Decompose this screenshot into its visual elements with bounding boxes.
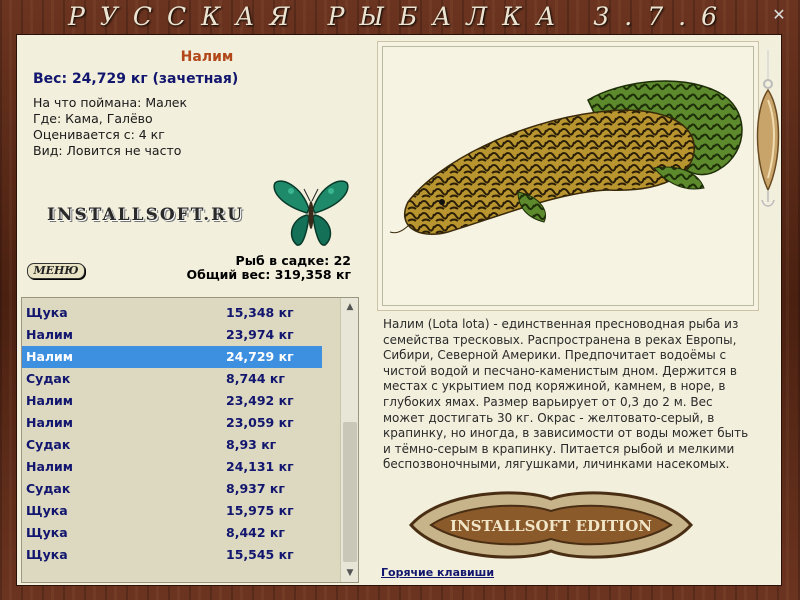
list-item[interactable]: Налим 23,059 кг	[22, 412, 322, 434]
list-item-fish-weight: 15,975 кг	[226, 503, 294, 518]
installsoft-logo: INSTALLSOFT.RU	[47, 205, 245, 225]
list-item-fish-name: Налим	[26, 393, 74, 408]
scroll-up-icon[interactable]: ▲	[341, 298, 358, 316]
list-item-fish-weight: 8,744 кг	[226, 371, 285, 386]
list-item-fish-weight: 23,974 кг	[226, 327, 294, 342]
title-bar: РУССКАЯ РЫБАЛКА 3.7.6 ✕	[0, 0, 800, 34]
fish-description: Налим (Lota lota) - единственная преснов…	[383, 317, 749, 472]
list-item[interactable]: Налим 23,492 кг	[22, 390, 322, 412]
list-item-fish-weight: 15,545 кг	[226, 547, 294, 562]
list-scrollbar[interactable]: ▲ ▼	[340, 298, 358, 582]
edition-logo-text: INSTALLSOFT EDITION	[450, 517, 652, 535]
list-item[interactable]: Щука 15,975 кг	[22, 500, 322, 522]
list-item[interactable]: Судак 8,937 кг	[22, 478, 322, 500]
list-item-fish-name: Налим	[26, 349, 74, 364]
list-item-fish-name: Щука	[26, 525, 68, 540]
list-item[interactable]: Щука 8,442 кг	[22, 522, 322, 544]
list-item-fish-weight: 8,442 кг	[226, 525, 285, 540]
list-item[interactable]: Судак 8,93 кг	[22, 434, 322, 456]
scrollbar-thumb[interactable]	[343, 422, 357, 562]
list-item[interactable]: Налим 23,974 кг	[22, 324, 322, 346]
spoon-lure-icon	[756, 50, 780, 207]
list-item[interactable]: Щука 15,348 кг	[22, 302, 322, 324]
list-item-fish-name: Щука	[26, 305, 68, 320]
app-title: РУССКАЯ РЫБАЛКА 3.7.6	[68, 2, 732, 31]
list-item[interactable]: Налим 24,131 кг	[22, 456, 322, 478]
list-item-fish-name: Щука	[26, 547, 68, 562]
list-item-fish-name: Судак	[26, 481, 71, 496]
fish-weight: Вес: 24,729 кг (зачетная)	[33, 71, 239, 87]
keepnet-count: Рыб в садке: 22	[235, 253, 351, 268]
list-item-fish-weight: 23,492 кг	[226, 393, 294, 408]
burbot-image	[389, 80, 743, 236]
close-button[interactable]: ✕	[770, 6, 788, 24]
butterfly-icon	[273, 180, 349, 246]
list-item-fish-weight: 8,937 кг	[226, 481, 285, 496]
list-item[interactable]: Судак 8,744 кг	[22, 368, 322, 390]
list-item[interactable]: Налим 24,729 кг	[22, 346, 322, 368]
min-weight-info: Оценивается с: 4 кг	[33, 127, 165, 142]
bait-info: На что поймана: Малек	[33, 95, 188, 110]
list-item-fish-weight: 15,348 кг	[226, 305, 294, 320]
list-item-fish-name: Судак	[26, 371, 71, 386]
list-item-fish-name: Щука	[26, 503, 68, 518]
list-item-fish-weight: 24,131 кг	[226, 459, 294, 474]
fish-name: Налим	[180, 49, 234, 65]
menu-button[interactable]: МЕНЮ	[27, 263, 85, 279]
location-info: Где: Кама, Галёво	[33, 111, 153, 126]
frequency-info: Вид: Ловится не часто	[33, 143, 182, 158]
list-item-fish-weight: 8,93 кг	[226, 437, 277, 452]
list-item-fish-weight: 24,729 кг	[226, 349, 294, 364]
keepnet-total-weight: Общий вес: 319,358 кг	[186, 267, 352, 282]
list-item-fish-weight: 23,059 кг	[226, 415, 294, 430]
main-panel: Налим Вес: 24,729 кг (зачетная) На что п…	[16, 34, 782, 586]
list-item-fish-name: Налим	[26, 459, 74, 474]
list-item-fish-name: Судак	[26, 437, 71, 452]
list-item-fish-name: Налим	[26, 415, 74, 430]
list-item[interactable]: Щука 15,545 кг	[22, 544, 322, 566]
list-item-fish-name: Налим	[26, 327, 74, 342]
hotkeys-link[interactable]: Горячие клавиши	[381, 566, 494, 579]
catch-list[interactable]: Щука 15,348 кг Налим 23,974 кг Налим 24,729 к…	[21, 297, 359, 583]
fish-picture	[377, 41, 759, 311]
scroll-down-icon[interactable]: ▼	[341, 564, 358, 582]
installsoft-edition-logo: INSTALLSOFT EDITION	[401, 485, 701, 565]
